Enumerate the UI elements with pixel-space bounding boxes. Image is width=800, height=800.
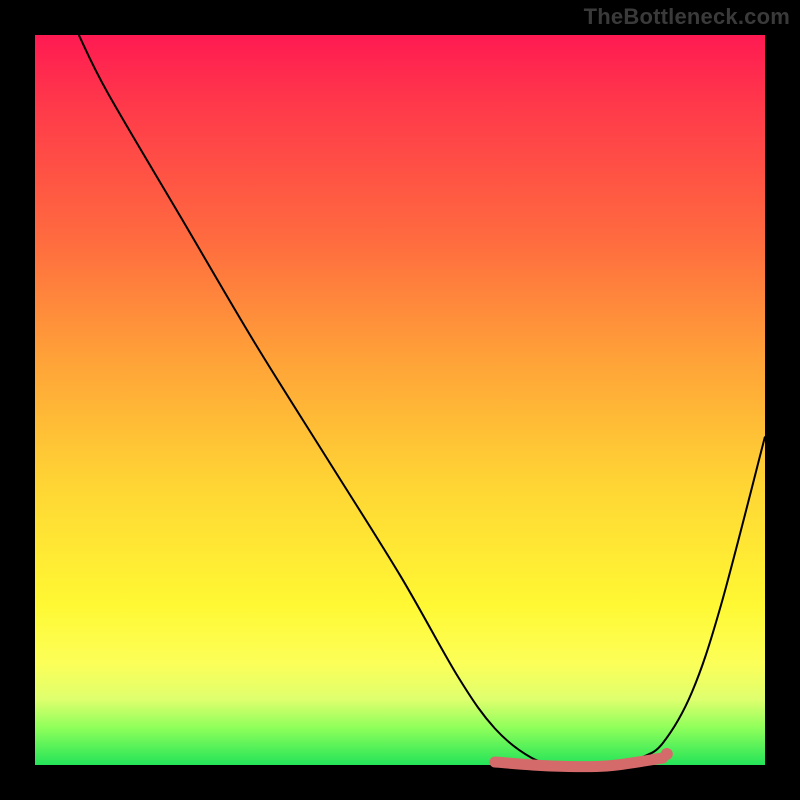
watermark-text: TheBottleneck.com (584, 4, 790, 30)
optimal-range-marker (495, 758, 663, 767)
chart-frame: TheBottleneck.com (0, 0, 800, 800)
curve-svg (35, 35, 765, 765)
optimal-range-end-dot (661, 748, 673, 760)
plot-area (35, 35, 765, 765)
bottleneck-curve-line (79, 35, 765, 766)
